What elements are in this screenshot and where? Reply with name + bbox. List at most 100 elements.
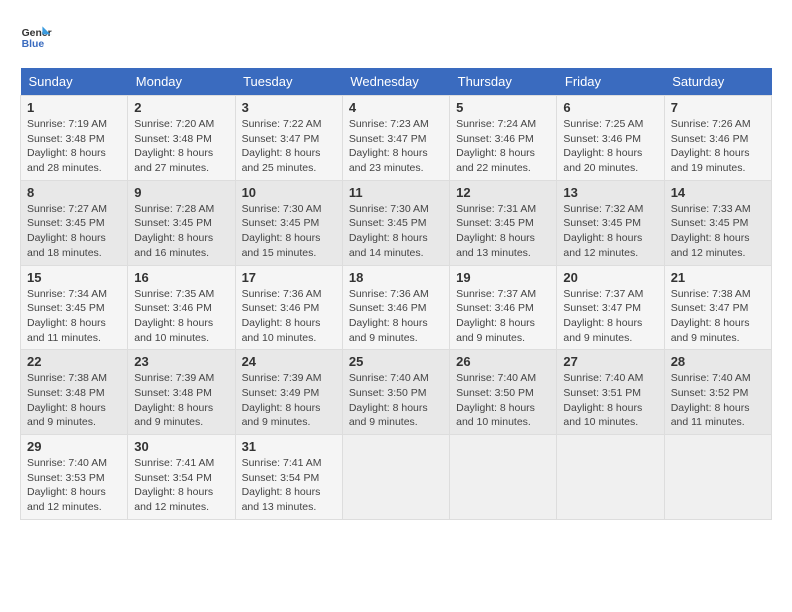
- day-number: 14: [671, 185, 765, 200]
- day-info: Sunrise: 7:38 AM Sunset: 3:48 PM Dayligh…: [27, 371, 121, 430]
- day-number: 10: [242, 185, 336, 200]
- day-info: Sunrise: 7:30 AM Sunset: 3:45 PM Dayligh…: [242, 202, 336, 261]
- day-info: Sunrise: 7:27 AM Sunset: 3:45 PM Dayligh…: [27, 202, 121, 261]
- day-number: 31: [242, 439, 336, 454]
- calendar-day-cell: 5 Sunrise: 7:24 AM Sunset: 3:46 PM Dayli…: [450, 96, 557, 181]
- day-info: Sunrise: 7:33 AM Sunset: 3:45 PM Dayligh…: [671, 202, 765, 261]
- calendar-day-cell: 6 Sunrise: 7:25 AM Sunset: 3:46 PM Dayli…: [557, 96, 664, 181]
- calendar-day-cell: 30 Sunrise: 7:41 AM Sunset: 3:54 PM Dayl…: [128, 435, 235, 520]
- calendar-day-cell: 14 Sunrise: 7:33 AM Sunset: 3:45 PM Dayl…: [664, 180, 771, 265]
- calendar-day-cell: 2 Sunrise: 7:20 AM Sunset: 3:48 PM Dayli…: [128, 96, 235, 181]
- day-info: Sunrise: 7:34 AM Sunset: 3:45 PM Dayligh…: [27, 287, 121, 346]
- calendar-day-cell: 28 Sunrise: 7:40 AM Sunset: 3:52 PM Dayl…: [664, 350, 771, 435]
- weekday-header-row: SundayMondayTuesdayWednesdayThursdayFrid…: [21, 68, 772, 96]
- calendar-day-cell: 9 Sunrise: 7:28 AM Sunset: 3:45 PM Dayli…: [128, 180, 235, 265]
- day-info: Sunrise: 7:37 AM Sunset: 3:46 PM Dayligh…: [456, 287, 550, 346]
- day-info: Sunrise: 7:36 AM Sunset: 3:46 PM Dayligh…: [242, 287, 336, 346]
- day-info: Sunrise: 7:40 AM Sunset: 3:50 PM Dayligh…: [349, 371, 443, 430]
- day-info: Sunrise: 7:19 AM Sunset: 3:48 PM Dayligh…: [27, 117, 121, 176]
- calendar-week-row: 1 Sunrise: 7:19 AM Sunset: 3:48 PM Dayli…: [21, 96, 772, 181]
- day-info: Sunrise: 7:26 AM Sunset: 3:46 PM Dayligh…: [671, 117, 765, 176]
- calendar-week-row: 29 Sunrise: 7:40 AM Sunset: 3:53 PM Dayl…: [21, 435, 772, 520]
- day-info: Sunrise: 7:20 AM Sunset: 3:48 PM Dayligh…: [134, 117, 228, 176]
- day-info: Sunrise: 7:37 AM Sunset: 3:47 PM Dayligh…: [563, 287, 657, 346]
- day-info: Sunrise: 7:24 AM Sunset: 3:46 PM Dayligh…: [456, 117, 550, 176]
- day-number: 17: [242, 270, 336, 285]
- calendar-day-cell: 19 Sunrise: 7:37 AM Sunset: 3:46 PM Dayl…: [450, 265, 557, 350]
- day-number: 26: [456, 354, 550, 369]
- calendar-day-cell: 13 Sunrise: 7:32 AM Sunset: 3:45 PM Dayl…: [557, 180, 664, 265]
- calendar-day-cell: 1 Sunrise: 7:19 AM Sunset: 3:48 PM Dayli…: [21, 96, 128, 181]
- day-info: Sunrise: 7:41 AM Sunset: 3:54 PM Dayligh…: [134, 456, 228, 515]
- day-number: 3: [242, 100, 336, 115]
- day-number: 5: [456, 100, 550, 115]
- logo: General Blue: [20, 20, 56, 52]
- weekday-header-cell: Saturday: [664, 68, 771, 96]
- calendar-day-cell: 4 Sunrise: 7:23 AM Sunset: 3:47 PM Dayli…: [342, 96, 449, 181]
- day-number: 2: [134, 100, 228, 115]
- calendar-day-cell: 12 Sunrise: 7:31 AM Sunset: 3:45 PM Dayl…: [450, 180, 557, 265]
- svg-text:Blue: Blue: [22, 39, 45, 50]
- day-info: Sunrise: 7:40 AM Sunset: 3:53 PM Dayligh…: [27, 456, 121, 515]
- day-number: 24: [242, 354, 336, 369]
- day-number: 7: [671, 100, 765, 115]
- weekday-header-cell: Wednesday: [342, 68, 449, 96]
- day-info: Sunrise: 7:39 AM Sunset: 3:48 PM Dayligh…: [134, 371, 228, 430]
- weekday-header-cell: Tuesday: [235, 68, 342, 96]
- calendar-week-row: 15 Sunrise: 7:34 AM Sunset: 3:45 PM Dayl…: [21, 265, 772, 350]
- day-info: Sunrise: 7:40 AM Sunset: 3:51 PM Dayligh…: [563, 371, 657, 430]
- day-number: 18: [349, 270, 443, 285]
- calendar-day-cell: 20 Sunrise: 7:37 AM Sunset: 3:47 PM Dayl…: [557, 265, 664, 350]
- day-number: 6: [563, 100, 657, 115]
- day-number: 23: [134, 354, 228, 369]
- day-number: 22: [27, 354, 121, 369]
- day-number: 20: [563, 270, 657, 285]
- calendar-day-cell: 22 Sunrise: 7:38 AM Sunset: 3:48 PM Dayl…: [21, 350, 128, 435]
- day-info: Sunrise: 7:36 AM Sunset: 3:46 PM Dayligh…: [349, 287, 443, 346]
- day-number: 27: [563, 354, 657, 369]
- calendar-day-cell: 16 Sunrise: 7:35 AM Sunset: 3:46 PM Dayl…: [128, 265, 235, 350]
- day-info: Sunrise: 7:22 AM Sunset: 3:47 PM Dayligh…: [242, 117, 336, 176]
- calendar-day-cell: 18 Sunrise: 7:36 AM Sunset: 3:46 PM Dayl…: [342, 265, 449, 350]
- calendar-body: 1 Sunrise: 7:19 AM Sunset: 3:48 PM Dayli…: [21, 96, 772, 520]
- day-number: 29: [27, 439, 121, 454]
- day-number: 21: [671, 270, 765, 285]
- calendar-day-cell: 17 Sunrise: 7:36 AM Sunset: 3:46 PM Dayl…: [235, 265, 342, 350]
- day-number: 1: [27, 100, 121, 115]
- calendar-week-row: 8 Sunrise: 7:27 AM Sunset: 3:45 PM Dayli…: [21, 180, 772, 265]
- day-info: Sunrise: 7:40 AM Sunset: 3:52 PM Dayligh…: [671, 371, 765, 430]
- day-number: 12: [456, 185, 550, 200]
- day-info: Sunrise: 7:23 AM Sunset: 3:47 PM Dayligh…: [349, 117, 443, 176]
- calendar-week-row: 22 Sunrise: 7:38 AM Sunset: 3:48 PM Dayl…: [21, 350, 772, 435]
- day-number: 9: [134, 185, 228, 200]
- day-number: 8: [27, 185, 121, 200]
- day-info: Sunrise: 7:28 AM Sunset: 3:45 PM Dayligh…: [134, 202, 228, 261]
- day-number: 4: [349, 100, 443, 115]
- weekday-header-cell: Sunday: [21, 68, 128, 96]
- calendar-day-cell: [557, 435, 664, 520]
- weekday-header-cell: Thursday: [450, 68, 557, 96]
- day-info: Sunrise: 7:38 AM Sunset: 3:47 PM Dayligh…: [671, 287, 765, 346]
- day-info: Sunrise: 7:25 AM Sunset: 3:46 PM Dayligh…: [563, 117, 657, 176]
- calendar-day-cell: 29 Sunrise: 7:40 AM Sunset: 3:53 PM Dayl…: [21, 435, 128, 520]
- calendar-day-cell: 15 Sunrise: 7:34 AM Sunset: 3:45 PM Dayl…: [21, 265, 128, 350]
- calendar-day-cell: [450, 435, 557, 520]
- weekday-header-cell: Monday: [128, 68, 235, 96]
- calendar-day-cell: [342, 435, 449, 520]
- day-number: 11: [349, 185, 443, 200]
- day-number: 13: [563, 185, 657, 200]
- day-info: Sunrise: 7:41 AM Sunset: 3:54 PM Dayligh…: [242, 456, 336, 515]
- calendar-day-cell: 25 Sunrise: 7:40 AM Sunset: 3:50 PM Dayl…: [342, 350, 449, 435]
- calendar-day-cell: 7 Sunrise: 7:26 AM Sunset: 3:46 PM Dayli…: [664, 96, 771, 181]
- calendar-day-cell: 27 Sunrise: 7:40 AM Sunset: 3:51 PM Dayl…: [557, 350, 664, 435]
- calendar-day-cell: 26 Sunrise: 7:40 AM Sunset: 3:50 PM Dayl…: [450, 350, 557, 435]
- day-number: 25: [349, 354, 443, 369]
- day-number: 30: [134, 439, 228, 454]
- calendar-day-cell: 10 Sunrise: 7:30 AM Sunset: 3:45 PM Dayl…: [235, 180, 342, 265]
- calendar-day-cell: [664, 435, 771, 520]
- day-number: 15: [27, 270, 121, 285]
- weekday-header-cell: Friday: [557, 68, 664, 96]
- logo-icon: General Blue: [20, 20, 52, 52]
- calendar-day-cell: 3 Sunrise: 7:22 AM Sunset: 3:47 PM Dayli…: [235, 96, 342, 181]
- calendar-day-cell: 11 Sunrise: 7:30 AM Sunset: 3:45 PM Dayl…: [342, 180, 449, 265]
